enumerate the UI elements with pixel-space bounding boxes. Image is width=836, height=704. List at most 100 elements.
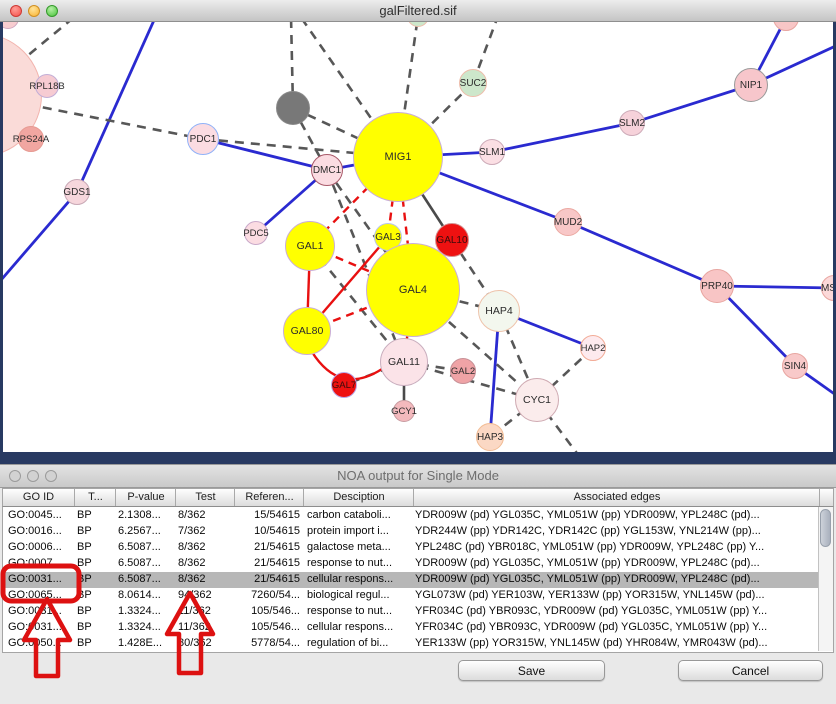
cell-test: 8/362 — [178, 556, 231, 572]
column-header-reference[interactable]: Referen... — [234, 489, 304, 506]
column-header-description[interactable]: Desciption — [303, 489, 414, 506]
edge[interactable] — [203, 139, 327, 170]
node-label: MIG1 — [385, 151, 412, 163]
node-label: DMC1 — [313, 165, 341, 176]
network-canvas[interactable]: 17A RPL18B RPS24A GDS1 PDC1 DMC1 MIG1 PD… — [0, 22, 836, 452]
network-node-SLM1[interactable]: SLM1 — [479, 139, 505, 165]
column-header-test[interactable]: Test — [175, 489, 235, 506]
network-node-CYC1[interactable]: CYC1 — [515, 378, 559, 422]
cell-type: BP — [77, 540, 111, 556]
minimize-button-icon[interactable] — [28, 5, 40, 17]
minimize-button-icon[interactable] — [27, 470, 39, 482]
network-node-HAP4[interactable]: HAP4 — [478, 290, 520, 332]
cell-associated-edges: YFR034C (pd) YBR093C, YDR009W (pd) YGL03… — [415, 620, 807, 636]
node-label: GAL1 — [297, 240, 324, 252]
node-label: GAL4 — [399, 284, 427, 296]
cell-description: biological regul... — [307, 588, 410, 604]
cell-p-value: 1.428E... — [118, 636, 175, 652]
cell-go-id: GO:0006... — [8, 540, 72, 556]
network-node-GAL4[interactable]: GAL4 — [366, 243, 460, 337]
node-label: RPL18B — [29, 81, 64, 92]
network-node-GDS1[interactable]: GDS1 — [64, 179, 90, 205]
cell-p-value: 8.0614... — [118, 588, 175, 604]
network-node-PRP40[interactable]: PRP40 — [700, 269, 734, 303]
table-row[interactable]: GO:0016...BP6.2567...7/36210/54615protei… — [3, 524, 819, 540]
table-scrollbar[interactable] — [818, 507, 833, 651]
cell-p-value: 6.2567... — [118, 524, 175, 540]
network-node-GCY1[interactable]: GCY1 — [393, 400, 415, 422]
node-label: HAP3 — [477, 432, 503, 443]
cell-reference: 15/54615 — [234, 508, 300, 524]
cell-p-value: 1.3324... — [118, 604, 175, 620]
table-row[interactable]: GO:0045...BP2.1308...8/36215/54615carbon… — [3, 508, 819, 524]
node-label: PDC5 — [243, 228, 268, 239]
cell-description: cellular respons... — [307, 620, 410, 636]
edge[interactable] — [568, 222, 717, 286]
edge[interactable] — [0, 192, 77, 287]
save-button[interactable]: Save — [458, 660, 605, 681]
cell-go-id: GO:0031... — [8, 604, 72, 620]
node-label: HAP4 — [485, 305, 512, 317]
network-node-RPL18B[interactable]: RPL18B — [35, 74, 59, 98]
network-node-MUD2[interactable]: MUD2 — [554, 208, 582, 236]
network-window: galFiltered.sif — [0, 0, 836, 464]
cell-go-id: GO:0031... — [8, 572, 72, 588]
cell-description: carbon cataboli... — [307, 508, 410, 524]
table-header[interactable]: GO ID T... P-value Test Referen... Desci… — [2, 488, 834, 507]
network-node-MIG1[interactable]: MIG1 — [353, 112, 443, 202]
close-button-icon[interactable] — [9, 470, 21, 482]
zoom-button-icon[interactable] — [45, 470, 57, 482]
network-node-HAP3[interactable]: HAP3 — [476, 423, 504, 451]
column-header-p-value[interactable]: P-value — [115, 489, 176, 506]
cell-go-id: GO:0007... — [8, 556, 72, 572]
table-body[interactable]: GO:0045...BP2.1308...8/36215/54615carbon… — [2, 507, 834, 653]
network-node-GAL7[interactable]: GAL7 — [331, 372, 357, 398]
column-header-go-id[interactable]: GO ID — [3, 489, 74, 506]
network-node-SIN4[interactable]: SIN4 — [782, 353, 808, 379]
scrollbar-thumb[interactable] — [820, 509, 831, 547]
zoom-button-icon[interactable] — [46, 5, 58, 17]
node-label: HAP2 — [581, 343, 606, 354]
cell-description: response to nut... — [307, 556, 410, 572]
table-row[interactable]: GO:0031...BP1.3324...11/362105/546...res… — [3, 604, 819, 620]
network-node-GAL1[interactable]: GAL1 — [285, 221, 335, 271]
column-header-associated-edges[interactable]: Associated edges — [413, 489, 820, 506]
table-row[interactable]: GO:0031...BP1.3324...11/362105/546...cel… — [3, 620, 819, 636]
table-row[interactable]: GO:0050...BP1.428E...80/3625778/54...reg… — [3, 636, 819, 652]
table-row[interactable]: GO:0006...BP6.5087...8/36221/54615galact… — [3, 540, 819, 556]
edge[interactable] — [492, 123, 632, 152]
network-node-GAL80[interactable]: GAL80 — [283, 307, 331, 355]
close-button-icon[interactable] — [10, 5, 22, 17]
network-node-SUC2[interactable]: SUC2 — [459, 69, 487, 97]
network-node-HAP2[interactable]: HAP2 — [580, 335, 606, 361]
table-row-selected[interactable]: GO:0031...BP6.5087...8/36221/54615cellul… — [3, 572, 819, 588]
cancel-button[interactable]: Cancel — [678, 660, 823, 681]
network-node-GAL11[interactable]: GAL11 — [380, 338, 428, 386]
network-node-PDC5[interactable]: PDC5 — [244, 221, 268, 245]
cell-go-id: GO:0065... — [8, 588, 72, 604]
cell-test: 94/362 — [178, 588, 231, 604]
network-window-titlebar[interactable]: galFiltered.sif — [0, 0, 836, 22]
edge[interactable] — [77, 22, 155, 192]
cell-p-value: 2.1308... — [118, 508, 175, 524]
network-node-GAL2[interactable]: GAL2 — [450, 358, 476, 384]
network-node-RPS24A[interactable]: RPS24A — [18, 126, 44, 152]
edge[interactable] — [632, 85, 751, 123]
network-node-SLM2[interactable]: SLM2 — [619, 110, 645, 136]
edge[interactable] — [717, 286, 834, 288]
cell-reference: 7260/54... — [234, 588, 300, 604]
table-row[interactable]: GO:0065...BP8.0614...94/3627260/54...bio… — [3, 588, 819, 604]
network-node-unlabeled-gray[interactable] — [276, 91, 310, 125]
column-header-type[interactable]: T... — [74, 489, 116, 506]
network-node-DMC1[interactable]: DMC1 — [311, 154, 343, 186]
noa-window-titlebar[interactable]: NOA output for Single Mode — [0, 465, 836, 488]
cell-go-id: GO:0050... — [8, 636, 72, 652]
cell-go-id: GO:0016... — [8, 524, 72, 540]
cell-test: 8/362 — [178, 508, 231, 524]
network-node-NIP1[interactable]: NIP1 — [734, 68, 768, 102]
node-label: RPS24A — [13, 134, 49, 145]
network-node-PDC1[interactable]: PDC1 — [187, 123, 219, 155]
node-label: SLM2 — [619, 118, 645, 129]
table-row[interactable]: GO:0007...BP6.5087...8/36221/54615respon… — [3, 556, 819, 572]
node-label: 17A — [1, 22, 15, 23]
